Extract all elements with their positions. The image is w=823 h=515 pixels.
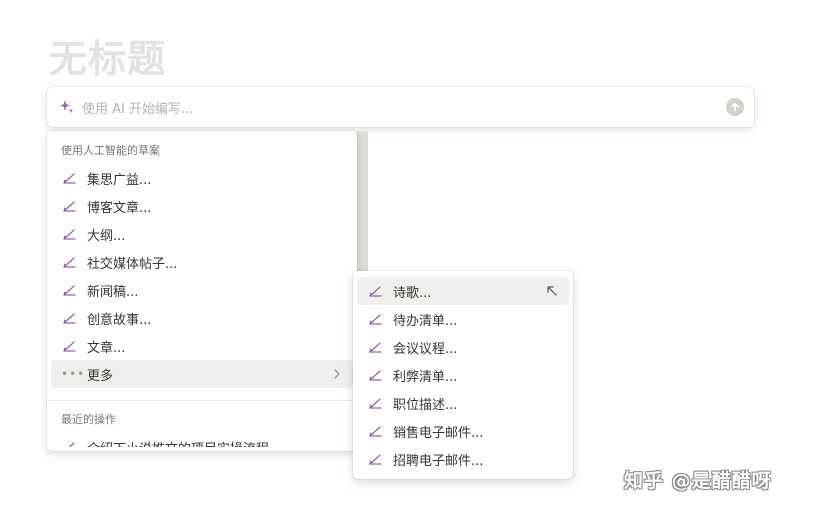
more-dots-icon: ••• [61, 367, 86, 381]
pen-icon [369, 370, 382, 381]
sparkle-icon [60, 100, 74, 114]
submenu-item-poem[interactable]: 诗歌... [357, 277, 569, 305]
ai-prompt-bar[interactable]: 使用 AI 开始编写... [47, 87, 754, 127]
submenu-item-recruiting-email[interactable]: 招聘电子邮件... [357, 445, 569, 473]
pen-icon [68, 442, 75, 447]
menu-item-label: 文章... [87, 340, 126, 356]
menu-item-label: 新闻稿... [87, 284, 139, 300]
menu-divider [47, 400, 357, 401]
chevron-right-icon [334, 369, 340, 379]
menu-item-label: 职位描述... [393, 397, 458, 413]
menu-item-brainstorm[interactable]: 集思广益... [51, 164, 353, 192]
menu-item-article[interactable]: 文章... [51, 332, 353, 360]
pen-icon [63, 173, 76, 184]
recent-action-item[interactable]: 介绍下小说推文的项目实操流程 [51, 433, 353, 447]
more-submenu: 诗歌... 待办清单... 会议议程... 利弊清单... 职位描述... 销售… [353, 271, 573, 479]
menu-item-label: 待办清单... [393, 313, 458, 329]
menu-item-label: 博客文章... [87, 200, 152, 216]
menu-item-label: 社交媒体帖子... [87, 256, 178, 272]
menu-item-label: 集思广益... [87, 172, 152, 188]
menu-item-label: 更多 [87, 368, 114, 384]
ai-prompt-input[interactable]: 使用 AI 开始编写... [82, 98, 726, 117]
menu-item-label: 诗歌... [393, 285, 432, 301]
pen-icon [369, 314, 382, 325]
pen-icon [63, 229, 76, 240]
submenu-item-sales-email[interactable]: 销售电子邮件... [357, 417, 569, 445]
section-label-draft: 使用人工智能的草案 [61, 144, 160, 157]
submenu-item-pros-cons[interactable]: 利弊清单... [357, 361, 569, 389]
ai-draft-menu: 使用人工智能的草案 集思广益... 博客文章... 大纲... 社交媒体帖子..… [47, 131, 357, 451]
menu-item-blog-post[interactable]: 博客文章... [51, 192, 353, 220]
watermark: 知乎 @是醋醋呀 [624, 470, 772, 492]
menu-item-label: 介绍下小说推文的项目实操流程 [87, 438, 343, 448]
submenu-item-todo-list[interactable]: 待办清单... [357, 305, 569, 333]
pen-icon [63, 313, 76, 324]
menu-item-label: 创意故事... [87, 312, 152, 328]
pen-icon [63, 257, 76, 268]
pen-icon [369, 426, 382, 437]
menu-item-outline[interactable]: 大纲... [51, 220, 353, 248]
submenu-item-meeting-agenda[interactable]: 会议议程... [357, 333, 569, 361]
pen-icon [369, 398, 382, 409]
section-label-recent: 最近的操作 [61, 413, 116, 426]
menu-item-label: 招聘电子邮件... [393, 453, 484, 469]
menu-item-label: 大纲... [87, 228, 126, 244]
pen-icon [63, 285, 76, 296]
page-title[interactable]: 无标题 [49, 36, 166, 82]
menu-item-creative-story[interactable]: 创意故事... [51, 304, 353, 332]
submenu-item-job-description[interactable]: 职位描述... [357, 389, 569, 417]
menu-item-label: 销售电子邮件... [393, 425, 484, 441]
pen-icon [63, 341, 76, 352]
menu-item-social-post[interactable]: 社交媒体帖子... [51, 248, 353, 276]
menu-item-press-release[interactable]: 新闻稿... [51, 276, 353, 304]
cursor-arrow-icon [547, 286, 557, 296]
pen-icon [369, 342, 382, 353]
menu-item-more[interactable]: ••• 更多 [51, 360, 353, 388]
pen-icon [369, 454, 382, 465]
menu-item-label: 利弊清单... [393, 369, 458, 385]
pen-icon [63, 201, 76, 212]
arrow-up-icon [731, 102, 739, 112]
pen-icon [369, 286, 382, 297]
menu-item-label: 会议议程... [393, 341, 458, 357]
submit-button[interactable] [726, 98, 744, 116]
